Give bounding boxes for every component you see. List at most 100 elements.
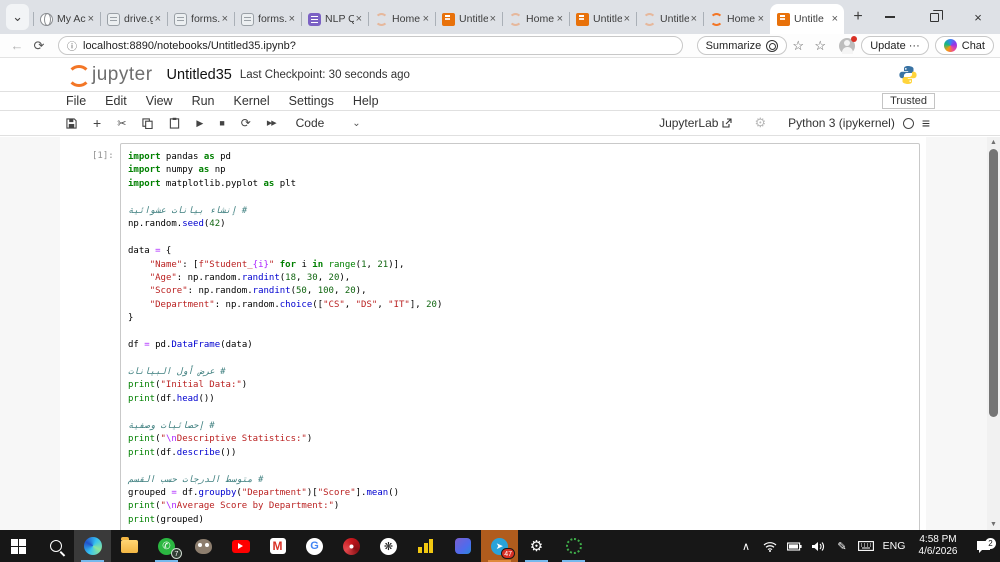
paste-cell-button[interactable]	[169, 117, 180, 129]
speaker-icon	[812, 541, 825, 551]
new-tab-button[interactable]: +	[848, 4, 868, 30]
restart-kernel-button[interactable]: ⟳	[241, 116, 251, 130]
favorite-button[interactable]: ☆	[787, 38, 809, 54]
tab-close-icon[interactable]: ×	[756, 13, 766, 25]
tab-close-icon[interactable]: ×	[555, 13, 565, 25]
restore-button[interactable]	[912, 0, 956, 34]
menu-icon[interactable]: ≡	[922, 115, 930, 131]
scroll-down-icon[interactable]: ▼	[987, 521, 1000, 528]
close-window-button[interactable]: ×	[956, 0, 1000, 34]
battery-button[interactable]	[782, 541, 806, 551]
summarize-button[interactable]: Summarize	[696, 36, 788, 55]
collections-button[interactable]: ☆	[809, 38, 831, 54]
refresh-button[interactable]: ⟳	[28, 38, 50, 54]
profile-avatar[interactable]	[839, 35, 858, 54]
clock[interactable]: 4:58 PM 4/6/2026	[910, 534, 966, 559]
tab-close-icon[interactable]: ×	[689, 13, 699, 25]
menu-file[interactable]: File	[66, 94, 86, 108]
address-bar[interactable]: ⓘ localhost:8890/notebooks/Untitled35.ip…	[58, 36, 683, 55]
kernel-name[interactable]: Python 3 (ipykernel)	[788, 116, 895, 130]
tab-close-icon[interactable]: ×	[86, 13, 96, 25]
browser-tab[interactable]: NLP Q ×	[301, 4, 368, 34]
wifi-button[interactable]	[758, 541, 782, 552]
taskbar-green-ring-button[interactable]	[555, 530, 592, 562]
jupyter-logo[interactable]: jupyter	[64, 64, 167, 87]
tab-close-icon[interactable]: ×	[830, 13, 840, 25]
touch-keyboard-button[interactable]	[854, 541, 878, 551]
jupyter-header: jupyter Untitled35 Last Checkpoint: 30 s…	[0, 58, 1000, 92]
tab-close-icon[interactable]: ×	[287, 13, 297, 25]
browser-tab[interactable]: Untitle ×	[636, 4, 703, 34]
tab-close-icon[interactable]: ×	[153, 13, 163, 25]
scrollbar-thumb[interactable]	[989, 149, 998, 417]
menu-kernel[interactable]: Kernel	[234, 94, 270, 108]
browser-tab-active[interactable]: Untitle ×	[770, 4, 845, 34]
browser-tab[interactable]: forms. ×	[167, 4, 234, 34]
cell-type-dropdown[interactable]: Code ⌄	[296, 116, 361, 130]
menu-run[interactable]: Run	[192, 94, 215, 108]
pen-button[interactable]: ✎	[830, 540, 854, 553]
taskbar-google-button[interactable]: G	[296, 530, 333, 562]
cut-cell-button[interactable]: ✂	[117, 117, 126, 130]
browser-tab[interactable]: drive.g ×	[100, 4, 167, 34]
taskbar-search-button[interactable]	[37, 530, 74, 562]
menu-edit[interactable]: Edit	[105, 94, 127, 108]
taskbar-explorer-button[interactable]	[111, 530, 148, 562]
browser-tab[interactable]: Untitle ×	[435, 4, 502, 34]
browser-tab[interactable]: Home ×	[703, 4, 770, 34]
notebook-title[interactable]: Untitled35	[167, 67, 232, 83]
volume-button[interactable]	[806, 541, 830, 552]
taskbar-acrobat-button[interactable]	[333, 530, 370, 562]
code-editor[interactable]: import pandas as pd import numpy as np imp…	[128, 151, 911, 527]
taskbar-telegram-button[interactable]: ➤ 47	[481, 530, 518, 562]
code-line: import pandas as pd	[128, 152, 231, 162]
add-cell-button[interactable]: +	[93, 115, 101, 131]
menu-settings[interactable]: Settings	[289, 94, 334, 108]
summarize-label: Summarize	[705, 39, 762, 52]
jupyterlab-link[interactable]: JupyterLab	[659, 116, 733, 130]
taskbar-gimp-button[interactable]	[185, 530, 222, 562]
back-button[interactable]: ←	[6, 38, 28, 53]
taskbar-gmail-button[interactable]: M	[259, 530, 296, 562]
taskbar-settings-button[interactable]: ⚙	[518, 530, 555, 562]
globe-favicon	[40, 12, 54, 26]
save-button[interactable]	[66, 117, 77, 129]
tab-search-button[interactable]: ⌄	[6, 4, 30, 30]
tray-expand-button[interactable]: ∧	[734, 540, 758, 553]
update-label: Update ···	[870, 39, 920, 52]
browser-tab[interactable]: Home ×	[368, 4, 435, 34]
taskbar-edge-button[interactable]	[74, 530, 111, 562]
taskbar-office-button[interactable]	[444, 530, 481, 562]
taskbar-powerbi-button[interactable]	[407, 530, 444, 562]
browser-tab[interactable]: forms. ×	[234, 4, 301, 34]
copy-cell-button[interactable]	[142, 117, 154, 129]
browser-tab[interactable]: Home ×	[502, 4, 569, 34]
tab-close-icon[interactable]: ×	[354, 13, 364, 25]
chat-button[interactable]: Chat	[934, 36, 994, 55]
tab-close-icon[interactable]: ×	[622, 13, 632, 25]
menu-view[interactable]: View	[146, 94, 173, 108]
interrupt-kernel-button[interactable]: ■	[219, 118, 224, 128]
update-button[interactable]: Update ···	[861, 36, 929, 55]
browser-tab[interactable]: Untitle ×	[569, 4, 636, 34]
code-cell[interactable]: import pandas as pd import numpy as np imp…	[120, 143, 920, 530]
trusted-button[interactable]: Trusted	[882, 93, 935, 109]
scroll-up-icon[interactable]: ▲	[987, 139, 1000, 146]
tab-close-icon[interactable]: ×	[220, 13, 230, 25]
site-info-icon[interactable]: ⓘ	[67, 38, 77, 53]
start-button[interactable]	[0, 530, 37, 562]
taskbar-youtube-button[interactable]	[222, 530, 259, 562]
taskbar-whatsapp-button[interactable]: ✆ 7	[148, 530, 185, 562]
language-indicator[interactable]: ENG	[878, 540, 910, 552]
run-cell-button[interactable]: ▶	[196, 118, 203, 129]
restart-run-all-button[interactable]: ▶▶	[267, 119, 277, 127]
browser-tab[interactable]: My Ac ×	[33, 4, 100, 34]
notebook-scrollbar[interactable]: ▲ ▼	[987, 137, 1000, 530]
taskbar-chatgpt-button[interactable]: ❋	[370, 530, 407, 562]
action-center-button[interactable]: 2	[966, 537, 1000, 553]
tab-close-icon[interactable]: ×	[421, 13, 431, 25]
gear-icon[interactable]: ⚙	[754, 115, 766, 131]
minimize-button[interactable]	[868, 0, 912, 34]
tab-close-icon[interactable]: ×	[488, 13, 498, 25]
menu-help[interactable]: Help	[353, 94, 379, 108]
